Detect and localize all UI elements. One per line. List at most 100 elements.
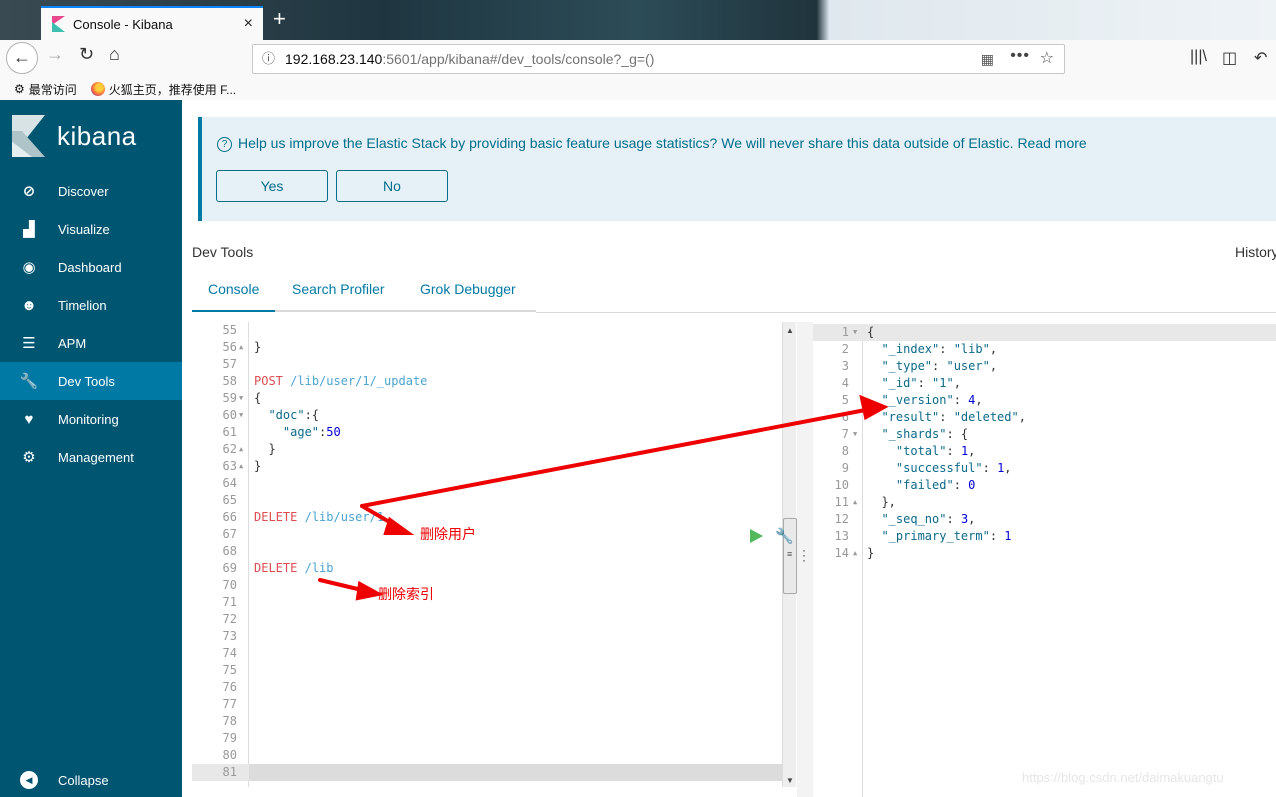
tab-console[interactable]: Console [191,281,276,312]
send-request-button[interactable] [750,529,763,543]
code-token: , [968,512,976,526]
request-settings-wrench-icon[interactable]: 🔧 [775,527,794,545]
close-tab-icon[interactable]: × [244,15,253,33]
fold-expand-icon[interactable]: ▲ [853,494,857,511]
yes-button[interactable]: Yes [216,170,328,202]
sidebar-item-timelion[interactable]: ☻ Timelion [0,286,182,324]
browser-tab[interactable]: Console - Kibana × [41,6,263,40]
sidebar-toggle-icon[interactable]: ◫ [1222,48,1237,68]
sidebar-item-label: Monitoring [58,411,119,427]
code-token: , [1018,410,1026,424]
editor-scrollbar[interactable]: ▲ ≡ ▼ [782,322,797,787]
code-token: { [254,391,262,405]
new-tab-button[interactable]: + [273,6,286,32]
info-icon[interactable]: ⓘ [262,45,275,73]
fold-expand-icon[interactable]: ▲ [239,458,243,475]
fold-collapse-icon[interactable]: ▼ [853,426,857,443]
code-line: 70 [192,577,782,594]
line-number: 57 [222,357,237,371]
code-text: "_type": "user", [867,358,997,375]
sidebar-item-monitoring[interactable]: ♥ Monitoring [0,400,182,438]
fold-expand-icon[interactable]: ▲ [853,545,857,562]
library-icon[interactable]: |||\ [1190,48,1207,66]
sidebar-item-visualize[interactable]: ▟ Visualize [0,210,182,248]
reload-button[interactable]: ↻ [79,44,94,65]
code-line: 57 [192,356,782,373]
fold-expand-icon[interactable]: ▲ [239,441,243,458]
code-line: 55 [192,322,782,339]
line-number: 9 [841,461,849,475]
code-text: } [254,441,275,458]
code-line: 3 "_type": "user", [813,358,1276,375]
address-bar[interactable]: ⓘ 192.168.23.140:5601/app/kibana#/dev_to… [252,44,1065,74]
gear-icon: ⚙ [22,449,36,466]
tabs-divider [536,312,1276,313]
code-line: 59 ▼ { [192,390,782,407]
line-number: 74 [222,646,237,660]
code-token: , [1004,461,1012,475]
no-button[interactable]: No [336,170,448,202]
code-token: "_type" [881,359,933,373]
code-token: "result" [881,410,940,424]
code-line: 7 ▼ "_shards": { [813,426,1276,443]
console-editor[interactable]: 55 56 ▲} 57 58 POST /lib/user/1/_update 59 ▼{60… [192,322,782,787]
gear-icon: ⚙ [14,82,25,96]
bookmark-most-visited[interactable]: ⚙ 最常访问 [14,81,77,98]
code-text: "_seq_no": 3, [867,511,975,528]
code-token: : [917,376,933,390]
bookmark-star-icon[interactable]: ☆ [1040,45,1054,73]
more-actions-icon[interactable]: ••• [1010,42,1030,70]
brand-name: kibana [57,120,137,151]
collapse-button[interactable]: ◀ Collapse [20,771,109,789]
line-number: 6 [841,410,849,424]
bookmark-firefox-home[interactable]: 火狐主页，推荐使用 F... [90,81,236,98]
pane-resizer[interactable]: · · · [797,322,813,797]
scroll-up-icon[interactable]: ▲ [786,326,794,335]
tab-grok-debugger[interactable]: Grok Debugger [420,281,516,297]
line-number: 13 [834,529,849,543]
forward-button[interactable]: → [46,44,64,65]
sidebar-item-management[interactable]: ⚙ Management [0,438,182,476]
code-line: 11 ▲ }, [813,494,1276,511]
sidebar-item-label: Dashboard [58,259,122,275]
tab-search-profiler[interactable]: Search Profiler [292,281,385,297]
line-number: 64 [222,476,237,490]
back-button[interactable]: ← [6,42,38,74]
line-number: 72 [222,612,237,626]
scroll-down-icon[interactable]: ▼ [786,776,794,785]
resize-handle-icon[interactable]: · · · [802,544,806,566]
fold-expand-icon[interactable]: ▲ [239,339,243,356]
code-token: POST [254,374,283,388]
line-number: 81 [192,764,249,781]
sidebar-item-apm[interactable]: ☰ APM [0,324,182,362]
code-token: : { [946,427,969,441]
sidebar-item-dashboard[interactable]: ◉ Dashboard [0,248,182,286]
undo-icon[interactable]: ↶ [1254,48,1267,68]
kibana-logo[interactable]: kibana [12,115,137,157]
sidebar-item-discover[interactable]: ⊘ Discover [0,172,182,210]
fold-collapse-icon[interactable]: ▼ [239,407,243,424]
sidebar-item-dev-tools[interactable]: 🔧 Dev Tools [0,362,182,400]
code-token: "lib" [953,342,990,356]
browser-tab-bar: Console - Kibana × + [0,0,1276,40]
line-number: 5 [841,393,849,407]
home-button[interactable]: ⌂ [109,44,120,65]
code-token: "successful" [895,461,983,475]
help-icon: ? [217,137,232,152]
fold-collapse-icon[interactable]: ▼ [239,390,243,407]
code-line: 65 [192,492,782,509]
qr-code-icon[interactable]: ▦ [981,45,994,73]
code-token: "_index" [881,342,940,356]
annotation-delete-user: 删除用户 [420,526,476,542]
code-token: "_seq_no" [881,512,947,526]
history-link[interactable]: History [1235,244,1276,260]
code-token: , [953,376,961,390]
line-number: 65 [222,493,237,507]
code-token: } [254,459,262,473]
fold-collapse-icon[interactable]: ▼ [853,324,857,341]
